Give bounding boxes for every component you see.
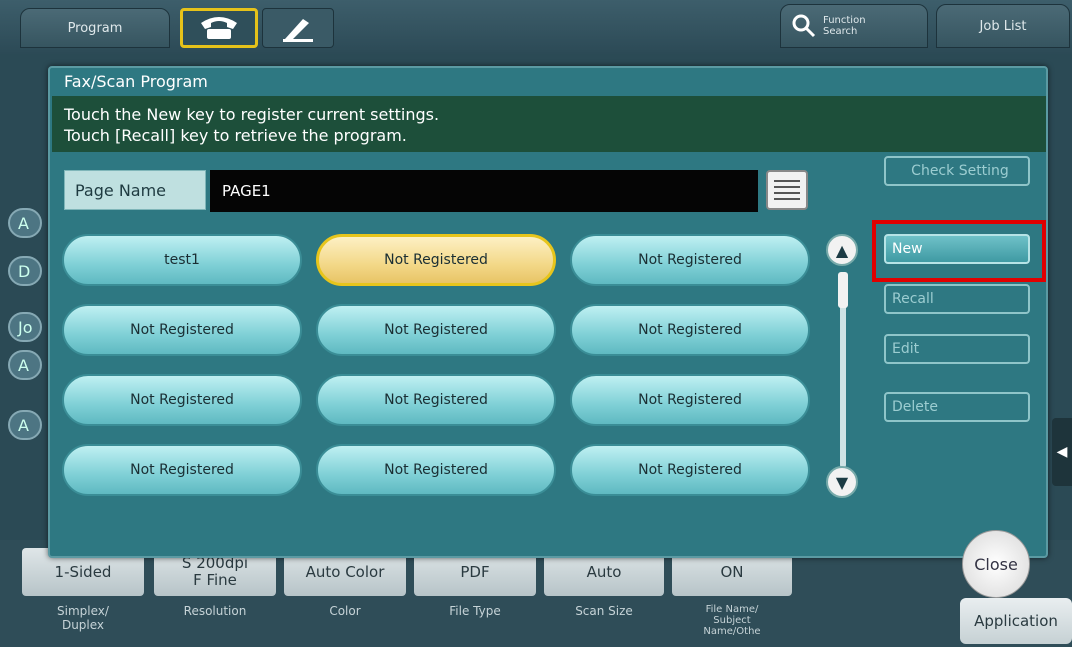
recall-button[interactable]: Recall [884, 284, 1030, 314]
program-button[interactable]: Not Registered [62, 304, 302, 356]
program-button[interactable]: Not Registered [62, 374, 302, 426]
phone-icon [201, 17, 237, 39]
program-button[interactable]: Not Registered [316, 444, 556, 496]
search-icon [792, 14, 816, 38]
file-name-label: File Name/ Subject Name/Othe [703, 604, 761, 637]
page-name-field[interactable]: PAGE1 [210, 170, 758, 212]
chevron-down-icon: ▼ [835, 472, 849, 492]
application-button[interactable]: Application [960, 598, 1072, 644]
scrollbar-thumb[interactable] [838, 272, 848, 308]
chevron-up-icon: ▲ [835, 240, 849, 260]
function-search-label: Function Search [823, 15, 866, 37]
pen-icon [283, 19, 313, 42]
edit-button[interactable]: Edit [884, 334, 1030, 364]
function-search-button[interactable]: Function Search [780, 4, 928, 48]
color-label: Color [329, 604, 361, 618]
program-button[interactable]: Not Registered [570, 374, 810, 426]
page-name-label: Page Name [64, 170, 206, 210]
job-list-button[interactable]: Job List [936, 4, 1070, 48]
close-button[interactable]: Close [962, 530, 1030, 598]
bg-left-button-3: Jo [8, 312, 42, 342]
program-tab[interactable]: Program [20, 8, 170, 48]
program-button[interactable]: Not Registered [570, 304, 810, 356]
check-setting-button[interactable]: Check Setting [884, 156, 1030, 186]
dialog-title: Fax/Scan Program [64, 72, 208, 91]
fax-mode-button[interactable] [180, 8, 258, 48]
program-button-selected[interactable]: Not Registered [316, 234, 556, 286]
file-type-label: File Type [449, 604, 501, 618]
scan-size-label: Scan Size [575, 604, 633, 618]
program-button[interactable]: Not Registered [570, 444, 810, 496]
bg-left-button-1: A [8, 208, 42, 238]
program-button[interactable]: Not Registered [62, 444, 302, 496]
scan-mode-button[interactable] [262, 8, 334, 48]
arrow-left-icon: ◀ [1056, 444, 1068, 460]
program-button[interactable]: test1 [62, 234, 302, 286]
scroll-down-button[interactable]: ▼ [826, 466, 858, 498]
bg-left-button-4: A [8, 350, 42, 380]
program-button[interactable]: Not Registered [316, 304, 556, 356]
bg-left-button-5: A [8, 410, 42, 440]
scroll-up-button[interactable]: ▲ [826, 234, 858, 266]
program-button[interactable]: Not Registered [570, 234, 810, 286]
list-icon[interactable] [766, 170, 808, 210]
program-button[interactable]: Not Registered [316, 374, 556, 426]
side-panel-tab[interactable]: ◀ [1052, 418, 1072, 486]
resolution-label: Resolution [183, 604, 247, 618]
simplex-duplex-label: Simplex/ Duplex [57, 604, 109, 632]
instruction-text: Touch the New key to register current se… [64, 105, 440, 145]
bg-left-button-2: D [8, 256, 42, 286]
delete-button[interactable]: Delete [884, 392, 1030, 422]
highlight-box [872, 220, 1046, 282]
